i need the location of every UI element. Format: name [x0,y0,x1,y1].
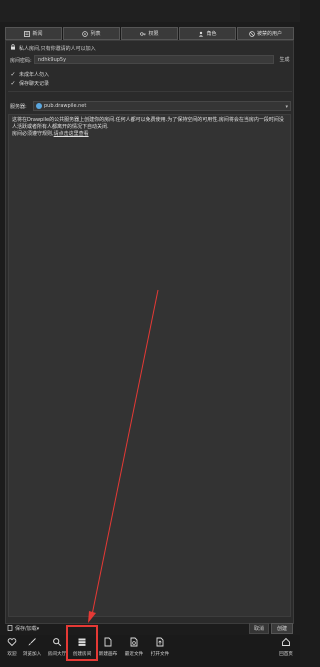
lock-icon [10,44,16,52]
search-icon [52,637,62,649]
create-button[interactable]: 创建 [271,623,293,634]
open-file-icon [155,637,165,649]
nsfw-checkbox-label: 未成年人勿入 [19,72,50,78]
globe-icon [36,103,42,109]
chevron-down-icon: ▾ [285,104,288,110]
bottom-navigation: 欢迎 浏览加入 房间大厅 创建房间 新建画布 最近文件 打开文件 回首页 [0,635,300,667]
tab-label: 新闻 [32,31,43,37]
nav-label: 欢迎 [7,652,17,657]
nav-home[interactable]: 回首页 [274,637,298,665]
home-icon [281,637,291,649]
heart-icon [7,637,17,649]
nav-browse-join[interactable]: 浏览加入 [20,637,44,665]
private-room-text: 私人房间,只有你邀请的人可以加入 [19,45,96,52]
save-load-button[interactable]: 保存/加载▾ [7,624,39,633]
nsfw-checkbox-row[interactable]: ✓ 未成年人勿入 [10,71,49,78]
annotation-highlight-box [66,625,98,661]
tab-label: 列表 [90,31,101,37]
server-value: pub.drawpile.net [44,103,87,109]
tab-label: 权限 [148,31,159,37]
checkmark-icon[interactable]: ✓ [10,80,16,87]
nav-recent-files[interactable]: 最近文件 [122,637,146,665]
cancel-button[interactable]: 取消 [249,623,269,634]
password-label: 房间密码: [10,58,32,64]
tab-bar: 新闻 列表 权限 角色 被禁的用户 [5,27,294,40]
permissions-icon [140,31,147,37]
private-room-note: 私人房间,只有你邀请的人可以加入 [10,44,96,52]
server-label: 服务器: [10,104,27,110]
nav-open-file[interactable]: 打开文件 [148,637,172,665]
tab-roles[interactable]: 角色 [179,27,236,40]
generate-button[interactable]: 生成 [278,55,291,64]
nav-label: 浏览加入 [22,652,42,657]
rules-link[interactable]: 请点击这里查看 [54,131,89,137]
recent-files-icon [129,637,139,649]
tab-banned-users[interactable]: 被禁的用户 [237,27,294,40]
top-strip [0,0,300,22]
tab-permissions[interactable]: 权限 [121,27,178,40]
dialog-footer: 保存/加载▾ 取消 创建 [5,622,294,635]
divider [8,91,292,92]
tab-label: 被禁的用户 [256,31,282,37]
server-select[interactable]: pub.drawpile.net ▾ [33,101,291,111]
tab-list[interactable]: 列表 [63,27,120,40]
password-input[interactable]: ndhk9up5y [34,55,274,64]
password-value: ndhk9up5y [38,56,67,63]
nav-label: 最近文件 [124,652,144,657]
rules-line: 房间必须遵守规则,请点击这里查看 [12,131,287,138]
news-icon [24,30,31,37]
description-text: 这将在Drawpile的公共服务器上创建你的房间.任何人都可以免费使用.为了保持… [12,117,284,130]
save-chat-checkbox-row[interactable]: ✓ 保存聊天记录 [10,80,49,87]
nav-new-canvas[interactable]: 新建画布 [96,637,120,665]
roles-icon [198,31,204,37]
rules-prefix: 房间必须遵守规则, [12,131,54,137]
save-chat-checkbox-label: 保存聊天记录 [19,81,50,87]
save-load-label: 保存/加载▾ [15,626,40,632]
nav-label: 新建画布 [98,652,118,657]
nav-label: 房间大厅 [47,652,67,657]
document-icon [7,624,13,633]
tab-news[interactable]: 新闻 [5,27,62,40]
tab-label: 角色 [206,31,217,37]
checkmark-icon[interactable]: ✓ [10,71,16,78]
brush-icon [27,637,37,649]
server-description: 这将在Drawpile的公共服务器上创建你的房间.任何人都可以免费使用.为了保持… [8,114,291,617]
nav-label: 回首页 [279,652,293,657]
create-session-panel: 私人房间,只有你邀请的人可以加入 房间密码: ndhk9up5y 生成 ✓ 未成… [5,40,294,624]
new-canvas-icon [103,637,113,649]
nav-label: 打开文件 [150,652,170,657]
list-icon [82,30,89,37]
banned-users-icon [249,30,255,37]
